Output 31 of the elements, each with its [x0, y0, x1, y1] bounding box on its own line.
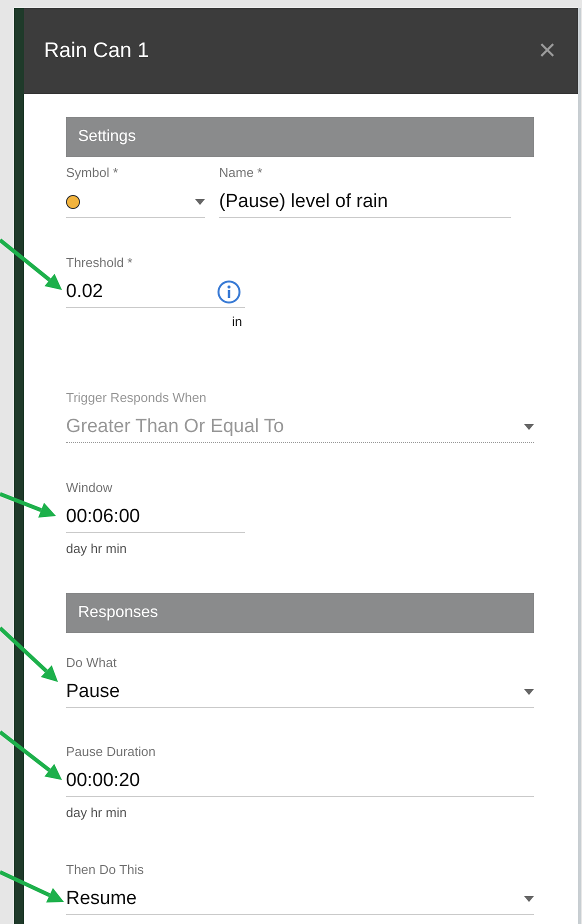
- unit-label: in: [231, 314, 244, 329]
- field-label: Threshold *: [66, 255, 134, 270]
- duration-input[interactable]: 00:06:00: [66, 501, 245, 533]
- hint-text: day hr min: [66, 541, 128, 556]
- threshold-input[interactable]: 0.02: [66, 276, 245, 308]
- section-header: Settings: [66, 117, 534, 157]
- caret-icon: [195, 198, 205, 204]
- field-label: Name *: [219, 165, 264, 180]
- caret-icon: [524, 896, 534, 902]
- field-label: Trigger Responds When: [66, 390, 208, 405]
- field-label: Pause Duration: [66, 744, 157, 759]
- annotation-arrow: [0, 492, 56, 518]
- name-input[interactable]: (Pause) level of rain: [219, 186, 511, 218]
- dialog-title: Rain Can 1: [44, 39, 150, 63]
- annotation-arrow: [0, 238, 62, 290]
- info-icon[interactable]: [217, 280, 241, 304]
- annotation-arrow: [0, 626, 58, 682]
- close-button[interactable]: ×: [538, 36, 556, 66]
- field-label: Then Do This: [66, 862, 145, 877]
- caret-icon: [524, 688, 534, 694]
- field-label: Window: [66, 480, 114, 495]
- dropdown[interactable]: Pause: [66, 676, 534, 708]
- dropdown[interactable]: Resume: [66, 883, 534, 915]
- annotation-arrow: [0, 870, 64, 902]
- hint-text: day hr min: [66, 805, 128, 820]
- field-label: Do What: [66, 655, 118, 670]
- duration-input[interactable]: 00:00:20: [66, 765, 534, 797]
- field-label: Symbol *: [66, 165, 120, 180]
- caret-icon: [524, 424, 534, 430]
- annotation-arrow: [0, 730, 62, 780]
- section-header: Responses: [66, 593, 534, 633]
